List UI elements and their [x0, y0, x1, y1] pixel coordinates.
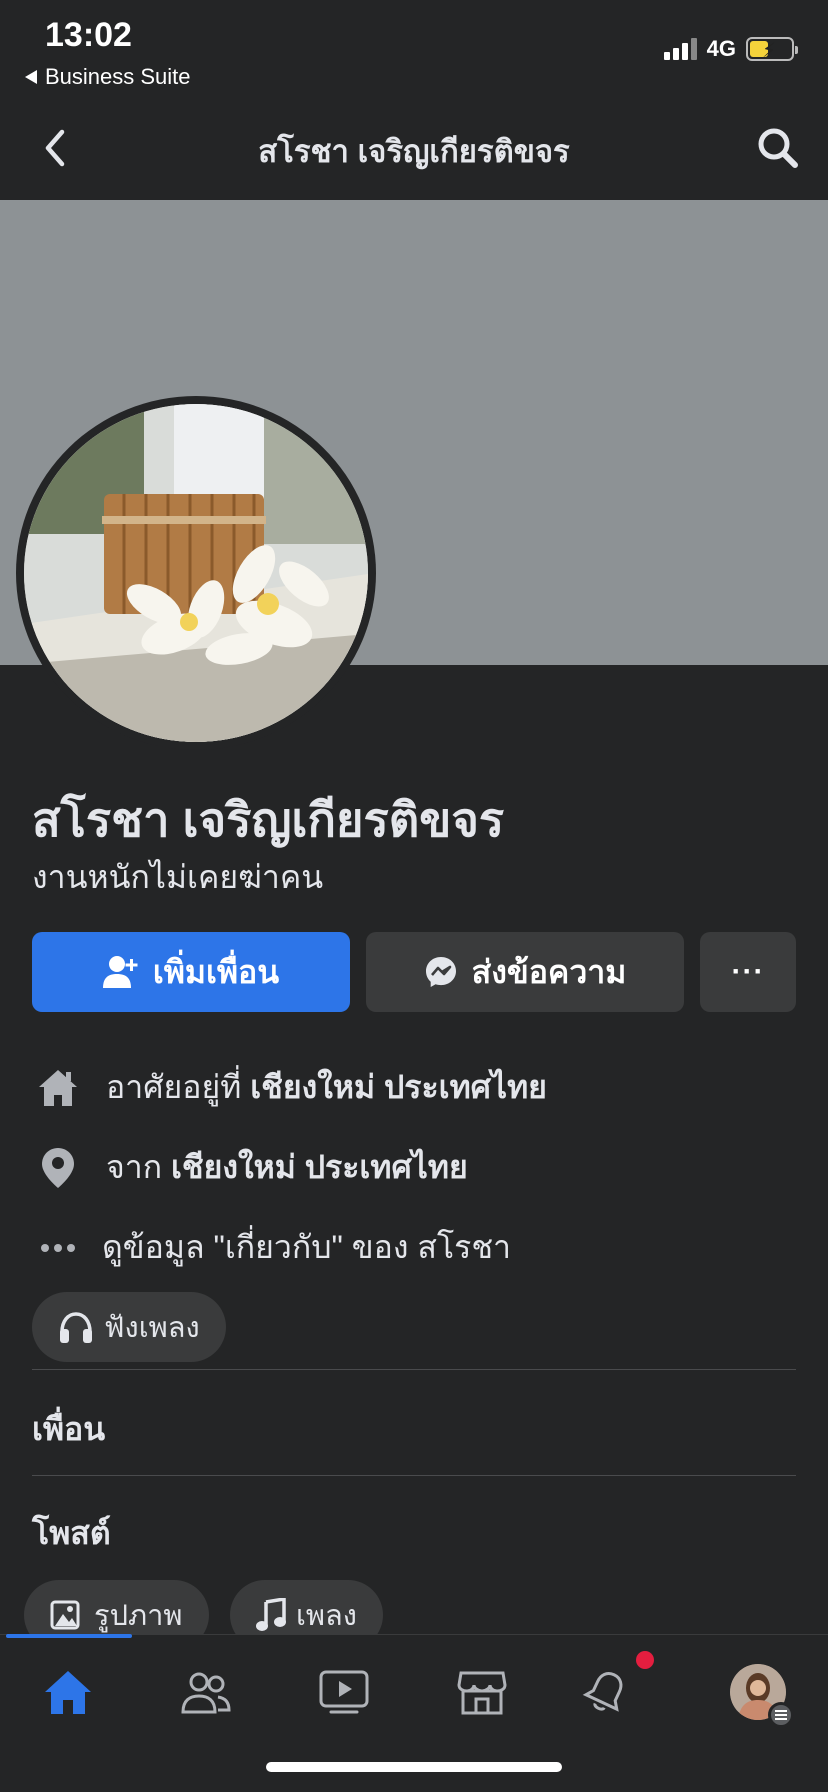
- lives-in-place[interactable]: เชียงใหม่ ประเทศไทย: [250, 1069, 547, 1105]
- network-type: 4G: [706, 36, 736, 61]
- back-triangle-icon: [25, 70, 37, 84]
- profile-avatar: [730, 1664, 794, 1728]
- profile-bio: งานหนักไม่เคยฆ่าคน: [32, 859, 324, 895]
- search-icon: [758, 128, 798, 168]
- profile-photo: [24, 404, 368, 742]
- tab-home[interactable]: [28, 1657, 108, 1727]
- about-link: ดูข้อมูล "เกี่ยวกับ" ของ สโรชา: [102, 1229, 511, 1265]
- menu-icon: [768, 1702, 794, 1728]
- status-time: 13:02: [45, 16, 132, 54]
- divider: [32, 1475, 796, 1476]
- home-detail-icon: [36, 1066, 80, 1110]
- add-friend-icon: [102, 956, 138, 988]
- lives-in-prefix: อาศัยอยู่ที่: [106, 1069, 251, 1105]
- back-button[interactable]: [30, 123, 80, 173]
- profile-actions: เพิ่มเพื่อน ส่งข้อความ ···: [32, 932, 796, 1012]
- add-friend-label: เพิ่มเพื่อน: [152, 953, 280, 990]
- message-button[interactable]: ส่งข้อความ: [366, 932, 684, 1012]
- more-label: ···: [731, 955, 765, 988]
- home-indicator: [266, 1762, 562, 1772]
- charging-bolt-icon: ⚡: [762, 40, 777, 62]
- more-dots-icon: [36, 1226, 80, 1270]
- from-prefix: จาก: [106, 1149, 171, 1185]
- battery-icon: ⚡: [746, 37, 798, 62]
- friends-section-title[interactable]: เพื่อน: [32, 1404, 105, 1455]
- chevron-left-icon: [45, 129, 65, 167]
- headphones-icon: [60, 1312, 92, 1343]
- tab-notifications[interactable]: [566, 1651, 654, 1727]
- from-row: จาก เชียงใหม่ ประเทศไทย: [36, 1142, 468, 1193]
- tab-watch[interactable]: [304, 1657, 384, 1727]
- active-tab-indicator: [6, 1634, 132, 1638]
- navigation-bar: สโรชา เจริญเกียรติขจร: [0, 98, 828, 198]
- music-note-icon: [256, 1598, 286, 1631]
- photos-filter-label: รูปภาพ: [94, 1600, 183, 1632]
- tab-profile[interactable]: [718, 1657, 798, 1728]
- divider: [32, 1369, 796, 1370]
- more-options-button[interactable]: ···: [700, 932, 796, 1012]
- back-to-app-link[interactable]: Business Suite: [25, 64, 191, 90]
- signal-icon: [663, 38, 697, 60]
- status-indicators: 4G ⚡: [663, 36, 798, 62]
- lives-in-row: อาศัยอยู่ที่ เชียงใหม่ ประเทศไทย: [36, 1062, 547, 1113]
- about-row[interactable]: ดูข้อมูล "เกี่ยวกับ" ของ สโรชา: [36, 1222, 511, 1273]
- message-label: ส่งข้อความ: [471, 953, 627, 990]
- friends-icon: [181, 1672, 231, 1714]
- tab-marketplace[interactable]: [442, 1657, 522, 1727]
- watch-icon: [319, 1670, 369, 1714]
- music-chip-label: ฟังเพลง: [104, 1312, 200, 1344]
- status-bar: 13:02 Business Suite 4G ⚡: [0, 0, 828, 95]
- music-filter-label: เพลง: [296, 1600, 357, 1632]
- posts-section-title: โพสต์: [32, 1515, 111, 1551]
- photos-icon: [50, 1600, 80, 1630]
- nav-title: สโรชา เจริญเกียรติขจร: [258, 134, 570, 169]
- notifications-icon: [582, 1672, 623, 1712]
- add-friend-button[interactable]: เพิ่มเพื่อน: [32, 932, 350, 1012]
- back-app-label: Business Suite: [45, 64, 191, 89]
- tab-friends[interactable]: [166, 1657, 246, 1727]
- search-button[interactable]: [750, 120, 806, 176]
- profile-picture[interactable]: [16, 396, 376, 750]
- marketplace-icon: [457, 1671, 507, 1715]
- profile-name: สโรชา เจริญเกียรติขจร: [32, 793, 505, 846]
- home-icon: [45, 1671, 91, 1714]
- music-chip[interactable]: ฟังเพลง: [32, 1292, 226, 1362]
- flower-photo-image: [24, 404, 368, 742]
- messenger-icon: [425, 957, 456, 987]
- from-place[interactable]: เชียงใหม่ ประเทศไทย: [171, 1149, 468, 1185]
- location-pin-icon: [36, 1146, 80, 1190]
- notification-badge: [636, 1651, 654, 1669]
